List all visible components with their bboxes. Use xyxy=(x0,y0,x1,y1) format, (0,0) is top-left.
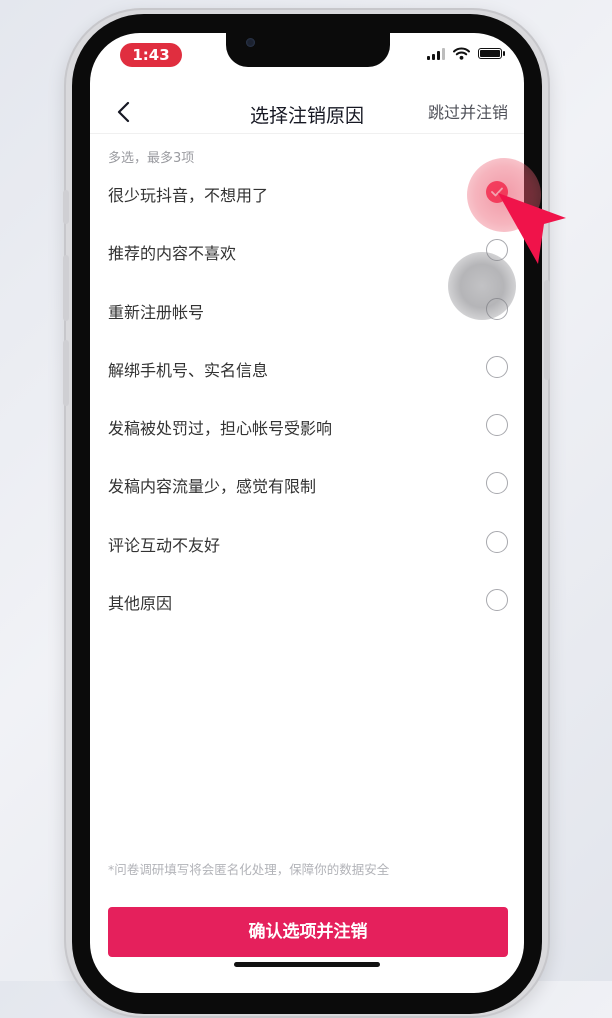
selection-hint: 多选，最多3项 xyxy=(108,151,195,166)
battery-icon xyxy=(478,48,505,59)
reason-option[interactable]: 评论互动不友好 xyxy=(90,515,524,573)
power-button xyxy=(544,280,550,380)
touch-indicator xyxy=(448,252,516,320)
confirm-and-cancel-button[interactable]: 确认选项并注销 xyxy=(108,907,508,957)
front-camera xyxy=(246,38,255,47)
nav-divider xyxy=(90,133,524,134)
privacy-footnote: *问卷调研填写将会匿名化处理，保障你的数据安全 xyxy=(108,862,390,877)
reason-label: 解绑手机号、实名信息 xyxy=(108,360,269,380)
volume-down-button xyxy=(63,340,69,406)
reason-label: 其他原因 xyxy=(108,594,173,614)
reason-option[interactable]: 解绑手机号、实名信息 xyxy=(90,340,524,398)
reason-option[interactable]: 其他原因 xyxy=(90,573,524,631)
reason-option[interactable]: 发稿内容流量少，感觉有限制 xyxy=(90,456,524,514)
mute-switch xyxy=(63,190,69,224)
status-icons xyxy=(427,47,505,60)
reason-label: 重新注册帐号 xyxy=(108,302,205,322)
notch xyxy=(226,33,390,67)
pointer-arrow-icon xyxy=(498,193,566,264)
reason-label: 发稿被处罚过，担心帐号受影响 xyxy=(108,419,333,439)
skip-and-cancel-button[interactable]: 跳过并注销 xyxy=(428,99,508,123)
reason-label: 很少玩抖音，不想用了 xyxy=(108,186,269,205)
reason-label: 发稿内容流量少，感觉有限制 xyxy=(108,477,317,497)
home-indicator[interactable] xyxy=(234,962,380,967)
reason-list: 很少玩抖音，不想用了 推荐的内容不喜欢 重新注册帐号 解绑手机号、实名信息 发稿… xyxy=(90,165,524,631)
wifi-icon xyxy=(453,47,470,60)
reason-option[interactable]: 很少玩抖音，不想用了 xyxy=(90,165,524,223)
nav-bar: 选择注销原因 跳过并注销 xyxy=(90,91,524,135)
reason-checkbox[interactable] xyxy=(486,355,508,378)
reason-checkbox[interactable] xyxy=(486,472,508,495)
reason-checkbox[interactable] xyxy=(486,589,508,612)
reason-checkbox[interactable] xyxy=(486,530,508,553)
phone-screen: 1:43 选择注销原因 跳过并注销 多选，最多3项 很少玩抖音，不想用了 推荐的… xyxy=(90,33,524,993)
reason-option[interactable]: 发稿被处罚过，担心帐号受影响 xyxy=(90,398,524,456)
status-time: 1:43 xyxy=(120,43,182,67)
reason-label: 推荐的内容不喜欢 xyxy=(108,244,237,264)
volume-up-button xyxy=(63,255,69,321)
reason-label: 评论互动不友好 xyxy=(108,535,221,555)
reason-checkbox[interactable] xyxy=(486,414,508,437)
signal-icon xyxy=(427,47,445,60)
